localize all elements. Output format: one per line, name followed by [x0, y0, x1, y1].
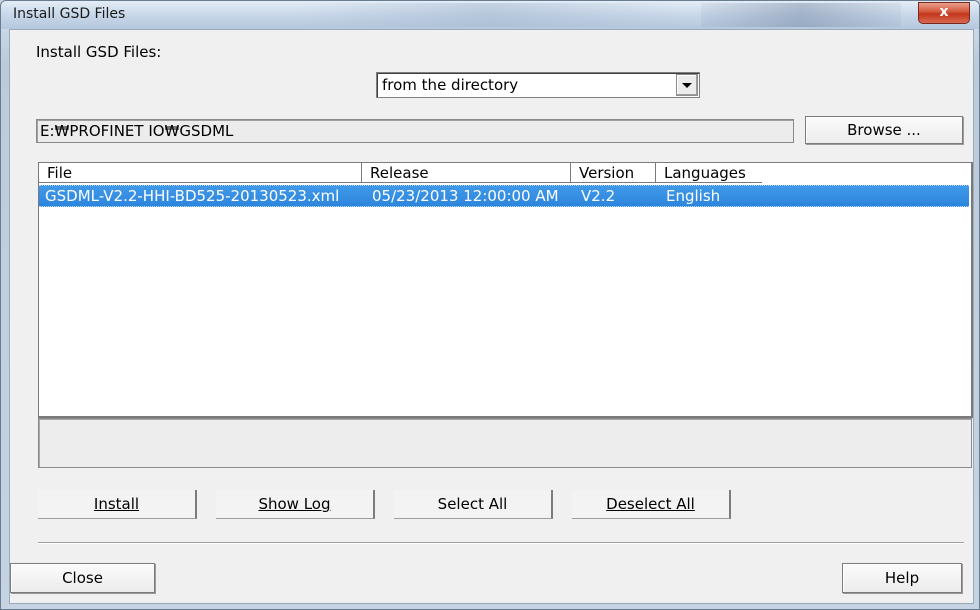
title-bar-decoration-right: [701, 3, 901, 27]
close-button[interactable]: Close: [10, 563, 155, 593]
install-gsd-dialog: Install GSD Files x Install GSD Files: f…: [0, 0, 980, 610]
status-log-area: [38, 418, 972, 468]
dialog-client-area: Install GSD Files: from the directory E:…: [9, 29, 974, 604]
show-log-button[interactable]: Show Log: [216, 490, 375, 519]
row-version-cell: V2.2: [581, 187, 616, 205]
row-file-cell: GSDML-V2.2-HHI-BD525-20130523.xml: [45, 187, 340, 205]
row-languages-cell: English: [666, 187, 721, 205]
select-all-button[interactable]: Select All: [394, 490, 553, 519]
show-log-button-label: Show Log: [258, 495, 331, 513]
browse-button[interactable]: Browse ...: [805, 116, 963, 144]
install-button[interactable]: Install: [38, 490, 197, 519]
select-all-button-label: Select All: [437, 495, 508, 513]
footer-divider: [38, 542, 964, 544]
column-header-release[interactable]: Release: [362, 163, 571, 183]
table-row[interactable]: GSDML-V2.2-HHI-BD525-20130523.xml 05/23/…: [39, 185, 969, 207]
gsd-file-list[interactable]: File Release Version Languages GSDML-V2.…: [38, 162, 973, 418]
deselect-all-button-label: Deselect All: [606, 495, 695, 513]
directory-path-field[interactable]: E:₩PROFINET IO₩GSDML: [36, 119, 794, 143]
deselect-all-button[interactable]: Deselect All: [572, 490, 731, 519]
install-source-dropdown[interactable]: from the directory: [376, 72, 700, 98]
window-close-icon[interactable]: x: [918, 2, 970, 24]
install-button-label: Install: [93, 495, 140, 513]
row-release-cell: 05/23/2013 12:00:00 AM: [372, 187, 559, 205]
window-title: Install GSD Files: [13, 6, 126, 22]
title-bar-decoration: [301, 3, 681, 27]
install-source-label: Install GSD Files:: [36, 43, 162, 61]
directory-path-value: E:₩PROFINET IO₩GSDML: [40, 122, 234, 140]
chevron-down-icon[interactable]: [676, 74, 698, 96]
column-header-languages[interactable]: Languages: [656, 163, 762, 183]
help-button[interactable]: Help: [842, 563, 962, 593]
install-source-value: from the directory: [382, 76, 519, 94]
title-bar[interactable]: Install GSD Files x: [1, 1, 979, 29]
column-header-version[interactable]: Version: [571, 163, 656, 183]
column-header-file[interactable]: File: [39, 163, 362, 183]
